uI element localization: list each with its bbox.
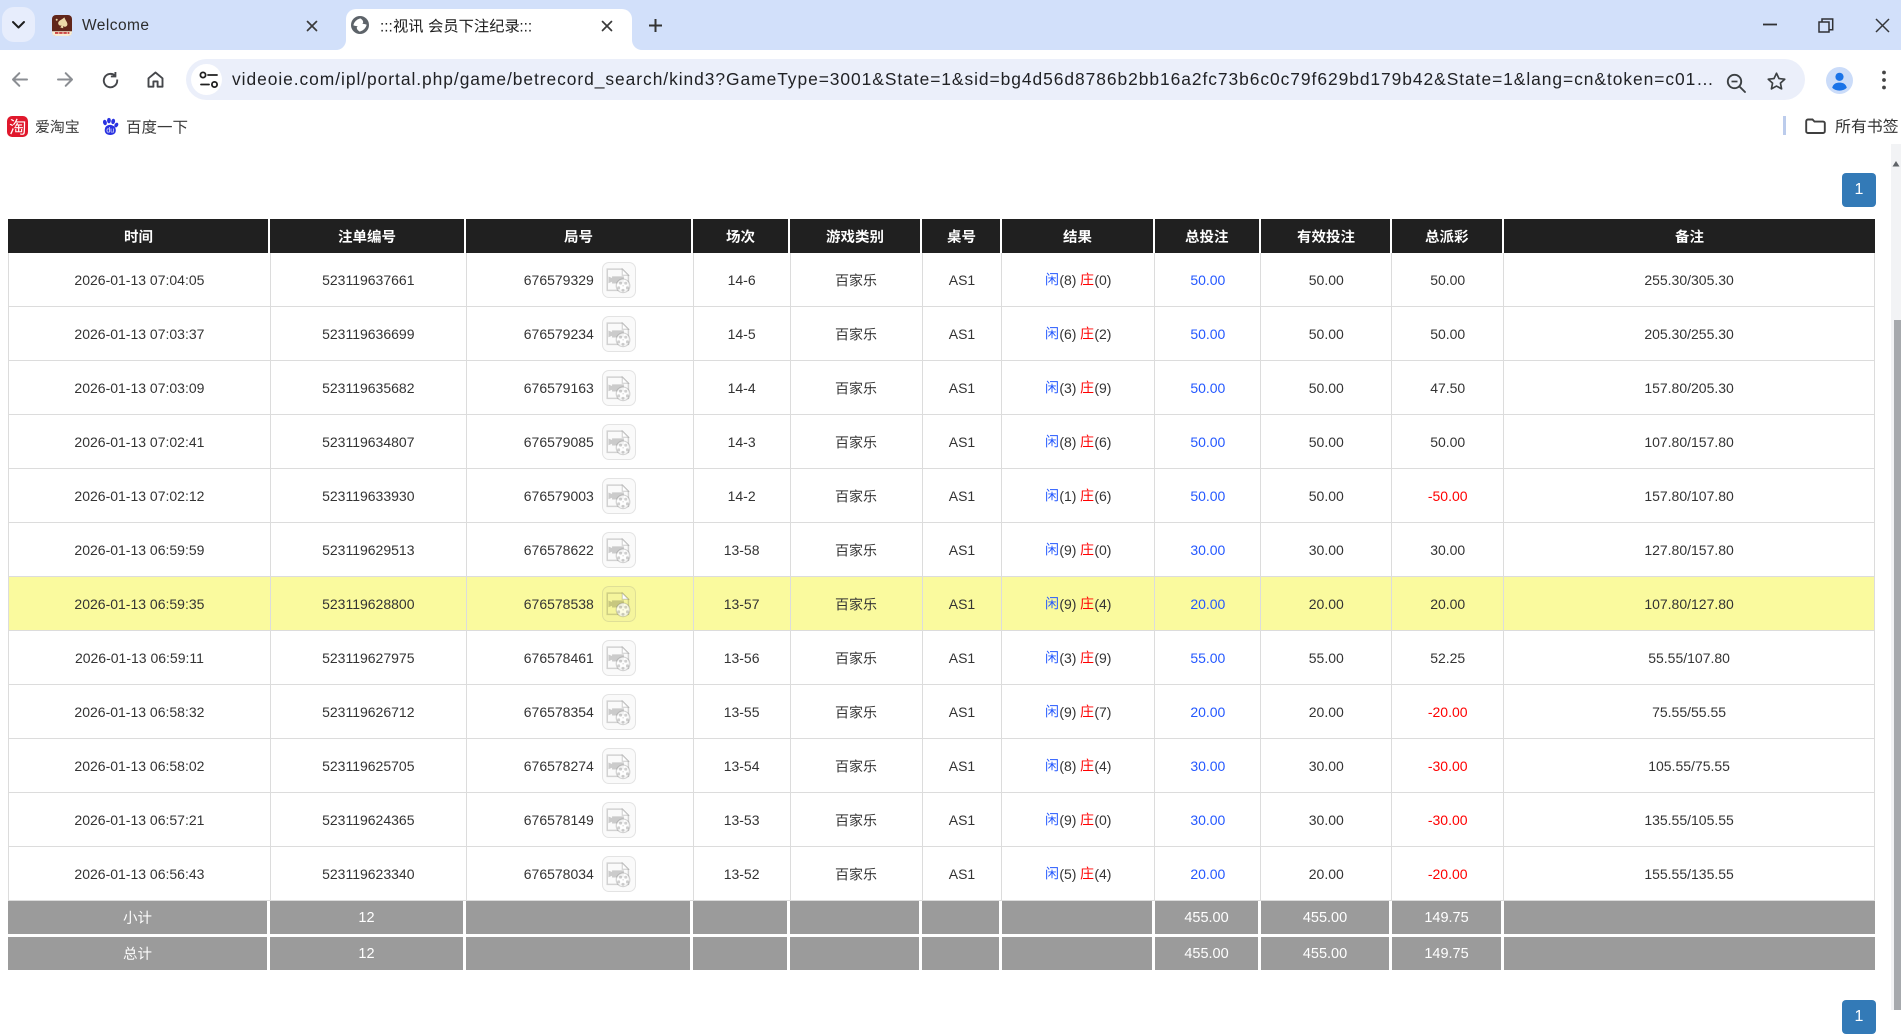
svg-text:du: du bbox=[106, 127, 114, 134]
